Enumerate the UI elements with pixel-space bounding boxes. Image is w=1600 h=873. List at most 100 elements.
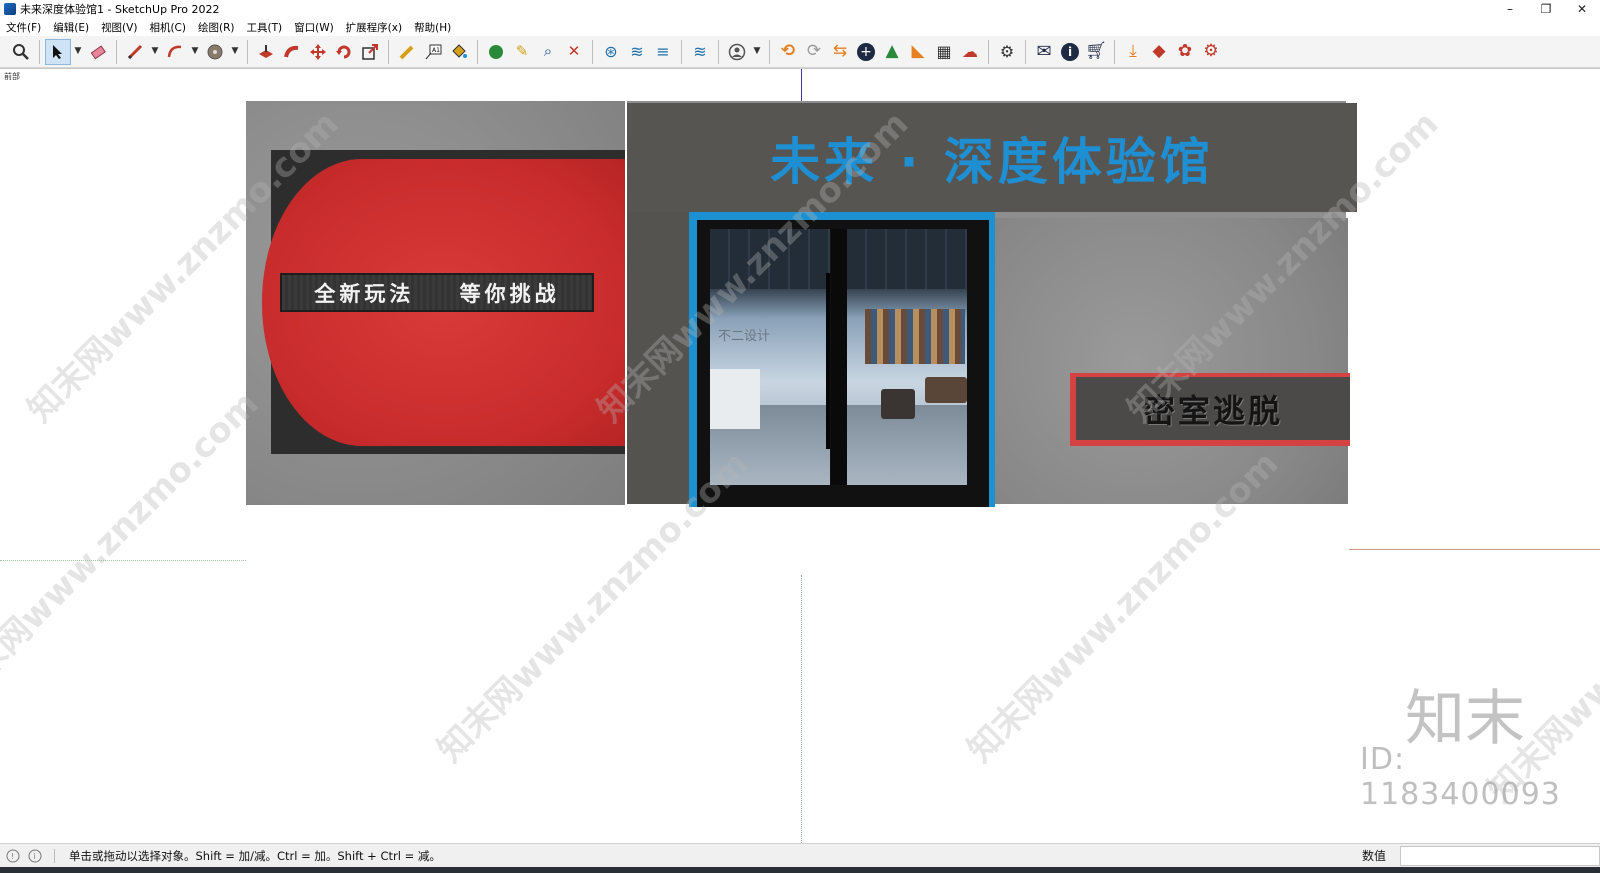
slogan-plate: 全新玩法 等你挑战	[280, 273, 594, 312]
material-icon[interactable]: ◣	[905, 39, 931, 65]
status-separator	[54, 848, 55, 863]
plugin-tools-icon[interactable]: ✿	[1172, 39, 1198, 65]
red-axis	[1349, 549, 1600, 550]
blue-axis-dotted	[801, 575, 802, 843]
plugin-export-icon[interactable]: ⟲	[775, 39, 801, 65]
plugin-gear-icon[interactable]: ⚙	[1198, 39, 1224, 65]
measurements-input[interactable]	[1400, 845, 1600, 866]
menu-view[interactable]: 视图(V)	[95, 20, 143, 35]
dark-pilaster	[627, 212, 689, 504]
scale-tool-icon[interactable]	[357, 39, 383, 65]
cloud-upload-icon[interactable]: ☁	[957, 39, 983, 65]
walk-tool-icon[interactable]: ✎	[509, 39, 535, 65]
swap-icon[interactable]: ⇆	[827, 39, 853, 65]
checker-icon[interactable]: ▦	[931, 39, 957, 65]
circle-tool-icon[interactable]	[202, 39, 228, 65]
toolbar-separator	[39, 39, 40, 64]
credits-info-icon[interactable]: i	[26, 847, 44, 865]
paint-bucket-tool-icon[interactable]	[446, 39, 472, 65]
text-tool-icon[interactable]: A1	[420, 39, 446, 65]
mail-icon[interactable]: ✉	[1031, 39, 1057, 65]
arc-dropdown-icon[interactable]: ▼	[188, 39, 202, 65]
shape-dropdown-icon[interactable]: ▼	[228, 39, 242, 65]
line-dropdown-icon[interactable]: ▼	[148, 39, 162, 65]
interior-ceiling	[710, 229, 830, 289]
select-dropdown-icon[interactable]: ▼	[71, 39, 85, 65]
minimize-button[interactable]: –	[1492, 0, 1528, 18]
package-icon[interactable]: ◆	[1146, 39, 1172, 65]
svg-text:!: !	[11, 852, 14, 861]
add-circle-icon[interactable]: +	[853, 39, 879, 65]
sketchup-window: 未来深度体验馆1 - SketchUp Pro 2022 – ❐ ✕ 文件(F)…	[0, 0, 1600, 873]
left-door-handle	[826, 273, 830, 449]
tape-measure-tool-icon[interactable]	[394, 39, 420, 65]
escape-sign-plate: 密室逃脱	[1076, 377, 1350, 440]
close-button[interactable]: ✕	[1564, 0, 1600, 18]
info-icon[interactable]: i	[1057, 39, 1083, 65]
warehouse-icon[interactable]: ⊛	[598, 39, 624, 65]
lounge-chair	[881, 389, 915, 419]
toolbar-separator	[1114, 39, 1115, 64]
toolbar-separator	[477, 39, 478, 64]
rotate-tool-icon[interactable]	[331, 39, 357, 65]
account-dropdown-icon[interactable]: ▼	[750, 39, 764, 65]
menu-edit[interactable]: 编辑(E)	[47, 20, 95, 35]
refresh-icon[interactable]: ⟳	[801, 39, 827, 65]
right-concrete-panel	[994, 218, 1348, 504]
status-bar: ! i 单击或拖动以选择对象。Shift = 加/减。Ctrl = 加。Shif…	[0, 843, 1600, 867]
door-mullion	[831, 229, 847, 485]
toolbar-separator	[769, 39, 770, 64]
green-axis-dotted	[0, 560, 246, 561]
measurements-label: 数值	[1362, 849, 1387, 863]
menu-camera[interactable]: 相机(C)	[143, 20, 192, 35]
zoom-tool-icon[interactable]	[8, 39, 34, 65]
menu-help[interactable]: 帮助(H)	[408, 20, 457, 35]
left-glass-door: 不二设计	[710, 229, 830, 485]
extension-manager-icon[interactable]: ≋	[687, 39, 713, 65]
interior-wall-sign: 不二设计	[718, 329, 771, 344]
arc-tool-icon[interactable]	[162, 39, 188, 65]
push-pull-tool-icon[interactable]	[253, 39, 279, 65]
geo-location-icon[interactable]: !	[4, 847, 22, 865]
menu-extensions[interactable]: 扩展程序(x)	[340, 20, 408, 35]
section-plane-icon[interactable]	[483, 39, 509, 65]
toolbar-separator	[1025, 39, 1026, 64]
interior-ceiling	[847, 229, 967, 289]
main-toolbar: ▼ ▼ ▼ ▼ A1 ✎ ⌕ ✕ ⊛ ≋ ≡ ≋ ▼ ⟲ ⟳ ⇆ + ▲ ◣ ▦…	[0, 36, 1600, 68]
select-tool-icon[interactable]	[45, 38, 71, 65]
download-icon[interactable]: ⤓	[1120, 39, 1146, 65]
title-bar: 未来深度体验馆1 - SketchUp Pro 2022 – ❐ ✕	[0, 0, 1600, 18]
toolbar-separator	[988, 39, 989, 64]
menu-tools[interactable]: 工具(T)	[240, 20, 288, 35]
search-icon[interactable]: ⌕	[535, 39, 561, 65]
restore-button[interactable]: ❐	[1528, 0, 1564, 18]
follow-me-tool-icon[interactable]	[279, 39, 305, 65]
right-glass-door	[847, 229, 967, 485]
store-signboard: 未来 · 深度体验馆	[627, 103, 1357, 212]
svg-text:A1: A1	[432, 47, 440, 54]
menu-file[interactable]: 文件(F)	[0, 20, 47, 35]
menu-draw[interactable]: 绘图(R)	[192, 20, 241, 35]
sketchup-app-icon	[4, 3, 16, 15]
svg-text:i: i	[34, 852, 36, 861]
toolbar-separator	[116, 39, 117, 64]
toolbar-separator	[592, 39, 593, 64]
tree-icon[interactable]: ▲	[879, 39, 905, 65]
zoom-extents-icon[interactable]: ✕	[561, 39, 587, 65]
menu-bar: 文件(F) 编辑(E) 视图(V) 相机(C) 绘图(R) 工具(T) 窗口(W…	[0, 18, 1600, 36]
toolbar-separator	[681, 39, 682, 64]
pencil-tool-icon[interactable]	[122, 39, 148, 65]
menu-window[interactable]: 窗口(W)	[288, 20, 340, 35]
photo-wall	[865, 309, 965, 364]
toolbar-separator	[388, 39, 389, 64]
scene-tab[interactable]: 前部	[4, 71, 20, 82]
move-tool-icon[interactable]	[305, 39, 331, 65]
cart-icon[interactable]: 🛒︎	[1083, 39, 1109, 65]
eraser-tool-icon[interactable]	[85, 39, 111, 65]
user-account-icon[interactable]	[724, 39, 750, 65]
taskbar-strip	[0, 867, 1600, 873]
layers-icon[interactable]: ≡	[650, 39, 676, 65]
settings-gear-icon[interactable]: ⚙	[994, 39, 1020, 65]
extension-warehouse-icon[interactable]: ≋	[624, 39, 650, 65]
reception-desk	[710, 369, 760, 429]
